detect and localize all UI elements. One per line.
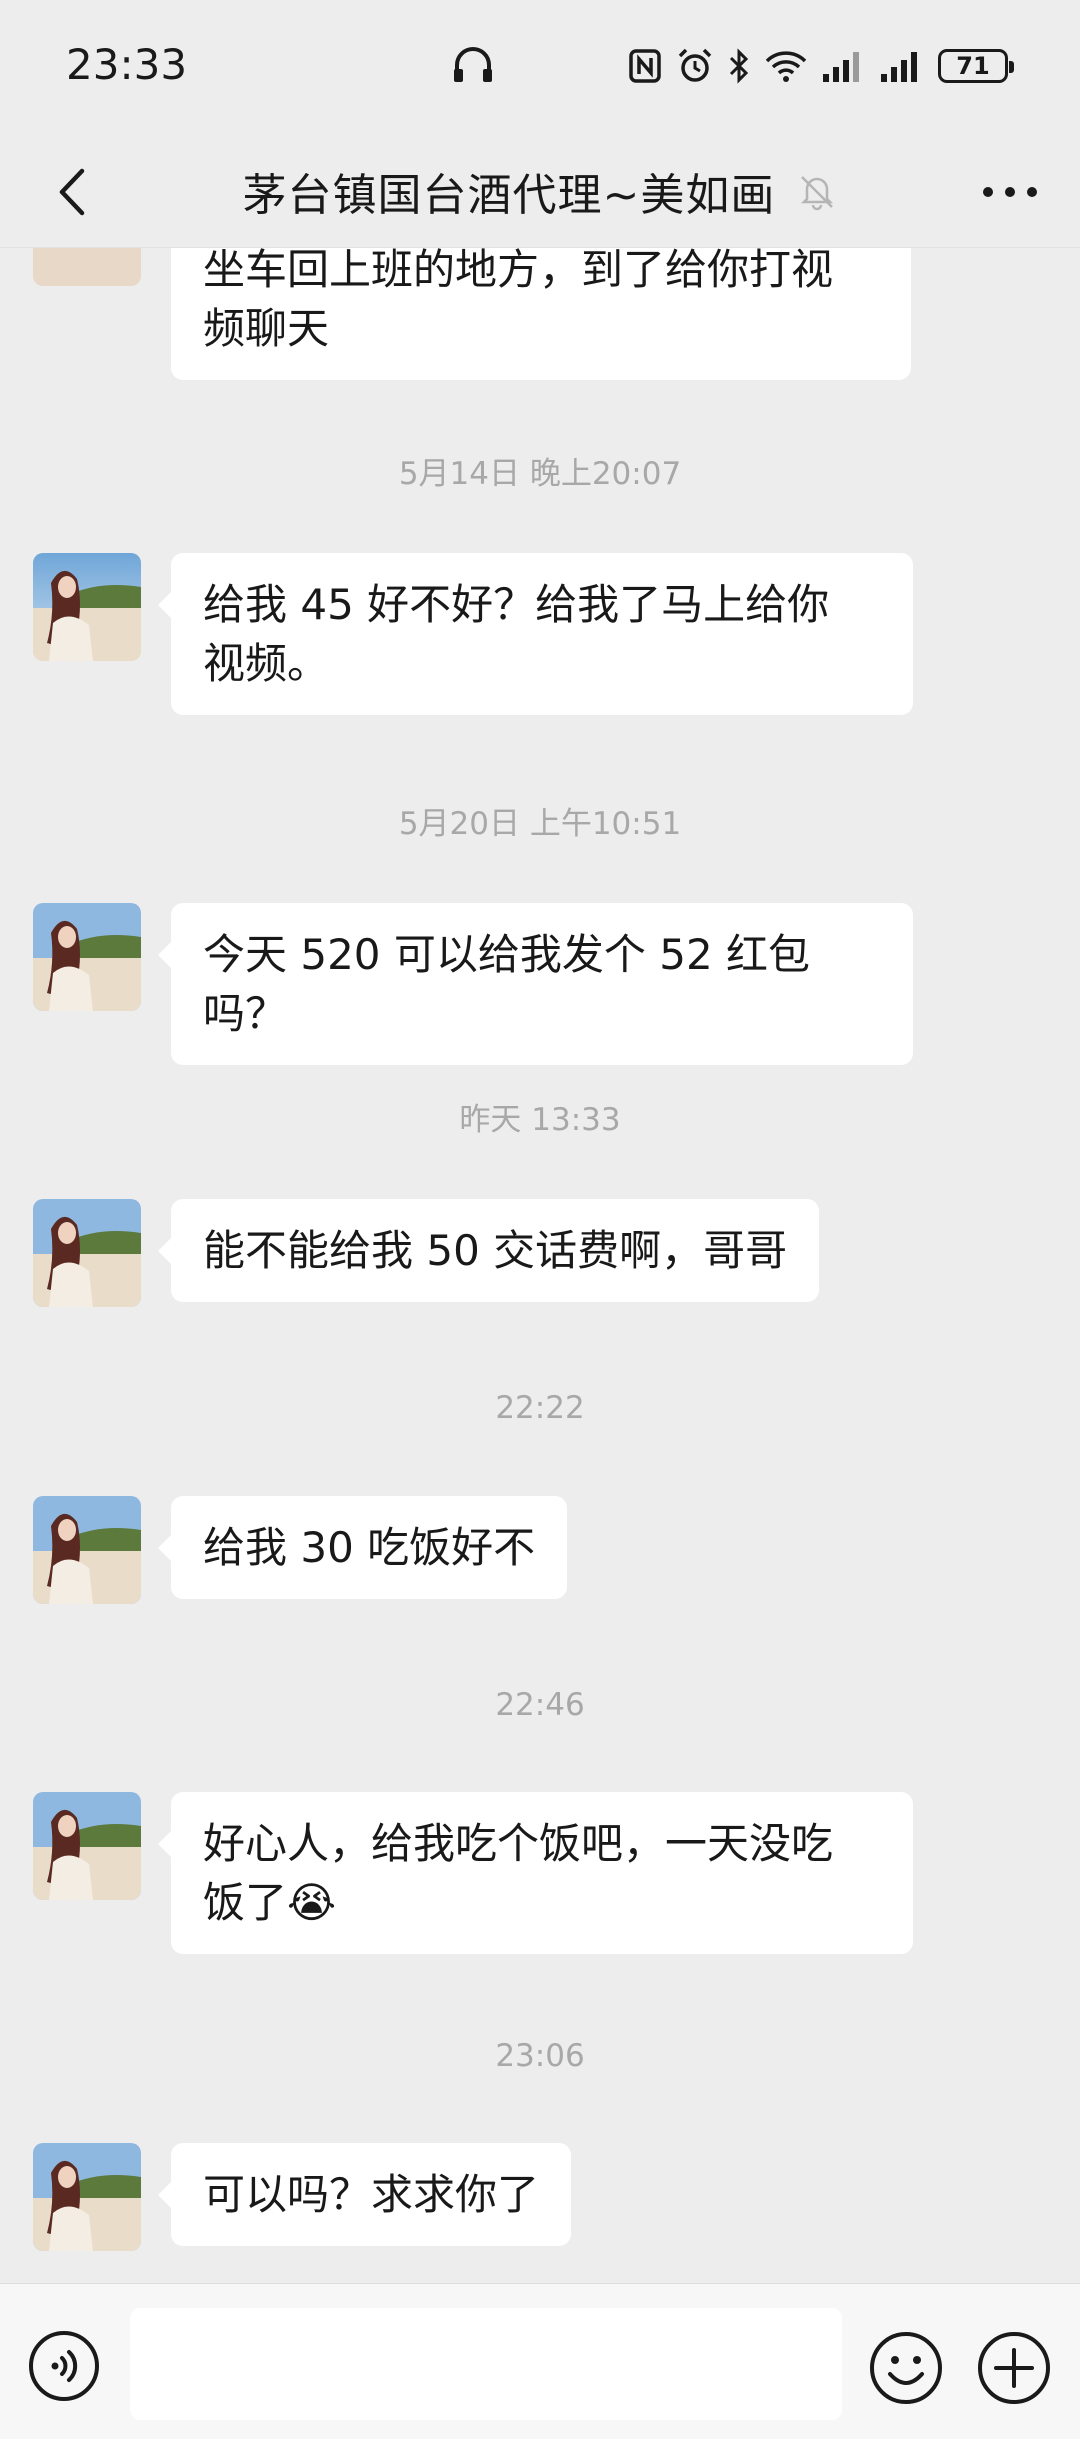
emoji-button[interactable] [868, 2330, 944, 2406]
message-line: 今天 520 可以给我发个 52 红包吗？ [203, 930, 811, 1038]
voice-button[interactable] [28, 2330, 100, 2402]
message-bubble[interactable]: 好心人，给我吃个饭吧，一天没吃 饭了😭 [158, 1792, 913, 1954]
timestamp: 5月14日 晚上20:07 [398, 456, 682, 492]
signal-icon-2 [881, 52, 917, 82]
nfc-icon [629, 49, 661, 83]
contact-avatar[interactable] [33, 2143, 141, 2251]
more-button[interactable] [970, 157, 1050, 227]
message-bubble[interactable]: 坐车回上班的地方，到了给你打视 频聊天 [171, 248, 911, 380]
contact-avatar[interactable] [33, 1496, 141, 1604]
message-bubble[interactable]: 给我 30 吃饭好不 [157, 1496, 568, 1599]
battery-level: 71 [956, 52, 990, 80]
bluetooth-icon [729, 48, 749, 84]
message-bubble[interactable]: 可以吗？求求你了 [157, 2143, 572, 2246]
plus-icon [978, 2332, 1050, 2404]
contact-avatar[interactable] [33, 553, 141, 661]
title-area: 茅台镇国台酒代理~美如画 [0, 135, 1080, 247]
input-bar [0, 2283, 1080, 2439]
battery-icon: 71 [938, 49, 1014, 83]
timestamp: 23:06 [495, 2038, 585, 2074]
chat-title: 茅台镇国台酒代理~美如画 [242, 170, 776, 221]
avatar-image [33, 248, 141, 286]
status-time: 23:33 [66, 40, 188, 89]
message-line: 频聊天 [203, 304, 330, 353]
emoji-icon [870, 2332, 942, 2404]
message-line: 可以吗？求求你了 [203, 2170, 540, 2219]
timestamp: 22:46 [495, 1687, 585, 1723]
message-line: 能不能给我 50 交话费啊，哥哥 [203, 1226, 788, 1275]
alarm-icon [678, 48, 712, 82]
message-line: 视频。 [203, 639, 330, 688]
avatar-image [33, 2143, 141, 2251]
timestamp: 5月20日 上午10:51 [398, 806, 682, 842]
timestamp: 22:22 [495, 1390, 585, 1426]
avatar-image [33, 1199, 141, 1307]
avatar-image [33, 553, 141, 661]
contact-avatar[interactable] [33, 1199, 141, 1307]
status-icons: 71 [628, 44, 1014, 88]
contact-avatar[interactable] [33, 248, 141, 286]
message-line: 坐车回上班的地方，到了给你打视 [203, 248, 834, 294]
chat-header: 茅台镇国台酒代理~美如画 [0, 135, 1080, 248]
contact-avatar[interactable] [33, 903, 141, 1011]
headphones-icon [454, 47, 492, 82]
message-line: 给我 45 好不好？给我了马上给你 [203, 580, 830, 629]
wifi-icon [765, 51, 807, 82]
avatar-image [33, 903, 141, 1011]
message-bubble[interactable]: 给我 45 好不好？给我了马上给你 视频。 [158, 553, 913, 715]
signal-icon-1 [823, 52, 859, 82]
message-bubble[interactable]: 能不能给我 50 交话费啊，哥哥 [157, 1199, 820, 1302]
message-list[interactable]: 坐车回上班的地方，到了给你打视 频聊天 5月14日 晚上20:07 给我 45 … [0, 248, 1080, 2282]
contact-avatar[interactable] [33, 1792, 141, 1900]
plus-button[interactable] [976, 2330, 1052, 2406]
voice-icon [29, 2331, 99, 2401]
mute-bell-icon [801, 176, 834, 211]
status-bar: 23:33 71 [0, 0, 1080, 135]
message-line: 饭了😭 [203, 1878, 337, 1927]
avatar-image [33, 1496, 141, 1604]
more-dots-icon [983, 187, 1037, 197]
message-line: 给我 30 吃饭好不 [203, 1523, 536, 1572]
message-line: 好心人，给我吃个饭吧，一天没吃 [203, 1819, 834, 1868]
message-bubble[interactable]: 今天 520 可以给我发个 52 红包吗？ [158, 903, 913, 1065]
message-input[interactable] [130, 2308, 842, 2420]
timestamp: 昨天 13:33 [459, 1102, 621, 1138]
avatar-image [33, 1792, 141, 1900]
